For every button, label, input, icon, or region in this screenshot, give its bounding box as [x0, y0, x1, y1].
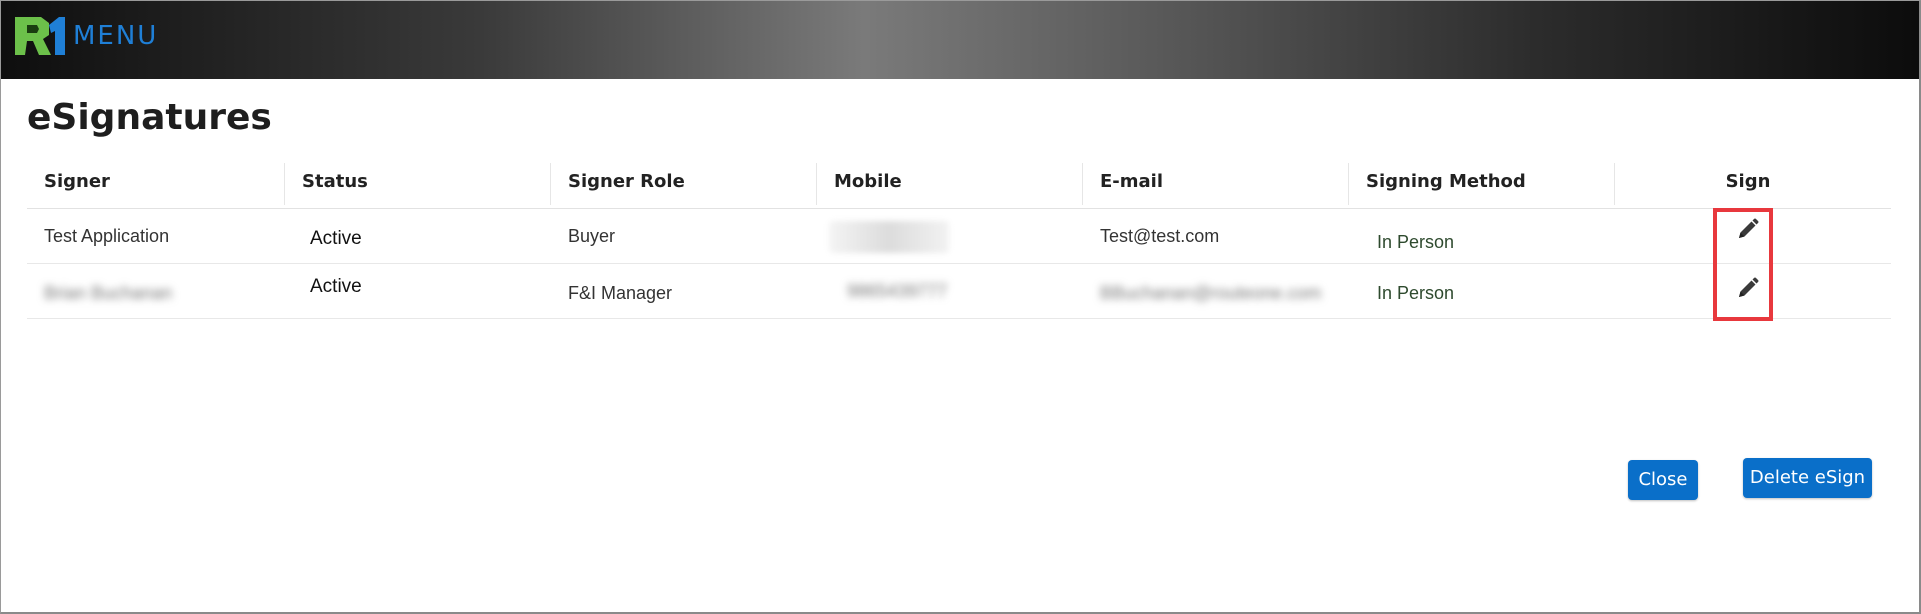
table-header: Signer Status Signer Role Mobile E-mail … [27, 159, 1891, 209]
status-text: Active [310, 276, 362, 297]
role-text: Buyer [568, 226, 616, 246]
page-title: eSignatures [27, 97, 272, 138]
signatures-table: Signer Status Signer Role Mobile E-mail … [27, 159, 1891, 319]
email-text: BBuchanan@routeone.com [1100, 283, 1322, 303]
email-text: Test@test.com [1100, 226, 1220, 246]
column-header-status: Status [285, 159, 551, 209]
cell-status: Active [285, 209, 551, 263]
column-header-signing-method: Signing Method [1349, 159, 1615, 209]
app-window: MENU eSignatures Signer Status Signer Ro… [0, 0, 1921, 614]
cell-mobile [817, 209, 1083, 263]
column-header-email: E-mail [1083, 159, 1349, 209]
role-text: F&I Manager [568, 283, 673, 303]
column-header-signer: Signer [27, 159, 285, 209]
cell-mobile: 9865439777 [817, 264, 1083, 318]
mobile-text: 9865439777 [847, 281, 948, 301]
cell-signer: Brian Buchanan [27, 264, 285, 318]
logo[interactable]: MENU [13, 13, 158, 59]
cell-signing-method: In Person [1349, 209, 1615, 263]
column-header-sign: Sign [1725, 171, 1771, 192]
cell-email: BBuchanan@routeone.com [1083, 264, 1349, 318]
column-header-signer-role: Signer Role [551, 159, 817, 209]
r1-logo-icon [15, 17, 65, 55]
signer-name: Brian Buchanan [44, 283, 173, 303]
signing-method-text: In Person [1377, 283, 1455, 303]
cell-status: Active [285, 264, 551, 318]
signer-name: Test Application [44, 226, 170, 246]
delete-esign-button[interactable]: Delete eSign [1743, 458, 1872, 498]
close-button[interactable]: Close [1628, 460, 1698, 500]
column-header-mobile: Mobile [817, 159, 1083, 209]
status-text: Active [310, 228, 362, 249]
signing-method-text: In Person [1377, 232, 1455, 252]
menu-label[interactable]: MENU [73, 21, 158, 51]
table-row: Brian Buchanan Active F&I Manager 986543… [27, 264, 1891, 319]
cell-role: F&I Manager [551, 264, 817, 318]
cell-signing-method: In Person [1349, 264, 1615, 318]
sign-column-highlight [1713, 208, 1773, 321]
cell-signer: Test Application [27, 209, 285, 263]
top-bar: MENU [1, 1, 1919, 79]
cell-role: Buyer [551, 209, 817, 263]
cell-email: Test@test.com [1083, 209, 1349, 263]
table-row: Test Application Active Buyer Test@test.… [27, 209, 1891, 264]
mobile-redacted [829, 221, 949, 253]
